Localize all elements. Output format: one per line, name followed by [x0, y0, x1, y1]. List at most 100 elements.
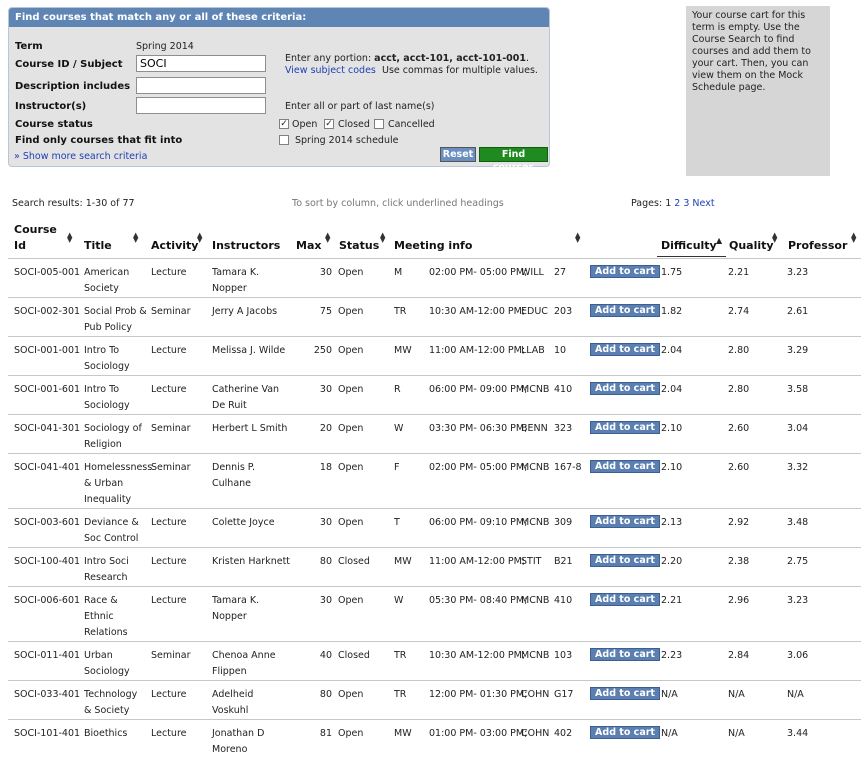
building-link[interactable]: MCNB: [521, 460, 549, 476]
meeting-time: 11:00 AM-12:00 PM;: [429, 556, 526, 567]
course-instructor: Tamara K. Nopper: [212, 595, 260, 622]
add-to-cart-button[interactable]: Add to cart: [590, 265, 660, 278]
sort-ascending-icon[interactable]: ▲: [716, 236, 722, 245]
professor-rating: N/A: [787, 689, 804, 700]
course-max: 80: [319, 556, 332, 567]
add-to-cart-button[interactable]: Add to cart: [590, 343, 660, 356]
col-status[interactable]: Status: [339, 239, 379, 252]
instructor-input[interactable]: [136, 97, 266, 114]
add-to-cart-button[interactable]: Add to cart: [590, 648, 660, 661]
course-id-link[interactable]: SOCI-041-301: [14, 421, 80, 437]
description-input[interactable]: [136, 77, 266, 94]
course-status: Open: [338, 517, 364, 528]
view-subject-codes-link[interactable]: View subject codes: [285, 65, 376, 76]
building-link[interactable]: LLAB: [521, 343, 545, 359]
course-id-link[interactable]: SOCI-033-401: [14, 687, 80, 703]
fit-schedule-checkbox[interactable]: [279, 135, 289, 145]
status-cancelled-checkbox[interactable]: [374, 119, 384, 129]
building-link[interactable]: COHN: [521, 726, 549, 742]
add-to-cart-button[interactable]: Add to cart: [590, 304, 660, 317]
building-link[interactable]: MCNB: [521, 648, 549, 664]
course-title: Homelessness & Urban Inequality: [84, 462, 153, 505]
course-instructor: Jerry A Jacobs: [212, 306, 278, 317]
next-page-link[interactable]: Next: [692, 198, 714, 209]
sort-arrows-icon[interactable]: ▲ ▼: [133, 232, 138, 244]
course-id-link[interactable]: SOCI-003-601: [14, 515, 80, 531]
add-to-cart-button[interactable]: Add to cart: [590, 421, 660, 434]
building-link[interactable]: WILL: [521, 265, 544, 281]
course-id-link[interactable]: SOCI-006-601: [14, 593, 80, 609]
course-status: Closed: [338, 650, 370, 661]
quality-rating: N/A: [728, 728, 745, 739]
add-to-cart-button[interactable]: Add to cart: [590, 687, 660, 700]
course-id-link[interactable]: SOCI-002-301: [14, 304, 80, 320]
building-link[interactable]: MCNB: [521, 515, 549, 531]
course-id-link[interactable]: SOCI-100-401: [14, 554, 80, 570]
sort-arrows-icon[interactable]: ▲ ▼: [772, 232, 777, 244]
course-status: Closed: [338, 556, 370, 567]
sort-arrows-icon[interactable]: ▲ ▼: [575, 232, 580, 244]
building-link[interactable]: COHN: [521, 687, 549, 703]
course-id-link[interactable]: SOCI-101-401: [14, 726, 80, 742]
building-link[interactable]: EDUC: [521, 304, 548, 320]
quality-rating: N/A: [728, 689, 745, 700]
building-link[interactable]: MCNB: [521, 382, 549, 398]
add-to-cart-button[interactable]: Add to cart: [590, 726, 660, 739]
course-id-link[interactable]: SOCI-011-401: [14, 648, 80, 664]
add-to-cart-button[interactable]: Add to cart: [590, 593, 660, 606]
course-max: 30: [319, 384, 332, 395]
term-label: Term: [15, 41, 43, 52]
course-id-link[interactable]: SOCI-001-601: [14, 382, 80, 398]
pages-label: Pages:: [631, 198, 663, 209]
building-link[interactable]: STIT: [521, 554, 541, 570]
col-quality[interactable]: Quality: [729, 239, 774, 252]
course-id-input[interactable]: [136, 55, 266, 72]
sort-arrows-icon[interactable]: ▲ ▼: [325, 232, 330, 244]
difficulty-rating: 1.75: [661, 267, 683, 278]
course-instructor: Kristen Harknett: [212, 556, 291, 567]
table-row: SOCI-011-401 Urban Sociology Seminar Chenoa …: [8, 641, 861, 681]
sort-arrows-icon[interactable]: ▲ ▼: [380, 232, 385, 244]
page-3-link[interactable]: 3: [683, 198, 689, 209]
status-closed-checkbox[interactable]: ✓: [324, 119, 334, 129]
col-difficulty[interactable]: Difficulty: [661, 239, 717, 252]
find-courses-button[interactable]: Find courses: [479, 147, 548, 173]
building-link[interactable]: MCNB: [521, 593, 549, 609]
add-to-cart-button[interactable]: Add to cart: [590, 515, 660, 528]
meeting-time: 05:30 PM- 08:40 PM;: [429, 595, 528, 606]
course-id-link[interactable]: SOCI-001-001: [14, 343, 80, 359]
col-instructors[interactable]: Instructors: [212, 239, 280, 252]
course-id-link[interactable]: SOCI-041-401: [14, 460, 80, 476]
col-max[interactable]: Max: [296, 239, 321, 252]
building-link[interactable]: BENN: [521, 421, 548, 437]
sort-arrows-icon[interactable]: ▲ ▼: [67, 232, 72, 244]
add-to-cart-button[interactable]: Add to cart: [590, 382, 660, 395]
table-row: SOCI-001-001 Intro To Sociology Lecture Meli…: [8, 336, 861, 376]
page-2-link[interactable]: 2: [674, 198, 680, 209]
add-to-cart-button[interactable]: Add to cart: [590, 554, 660, 567]
show-more-criteria-link[interactable]: » Show more search criteria: [14, 151, 147, 162]
meeting-room: 103: [554, 650, 573, 661]
sort-arrows-icon[interactable]: ▲ ▼: [851, 232, 856, 244]
col-title[interactable]: Title: [84, 239, 112, 252]
col-meeting-info[interactable]: Meeting info: [394, 239, 472, 252]
add-to-cart-button[interactable]: Add to cart: [590, 460, 660, 473]
col-activity[interactable]: Activity: [151, 239, 198, 252]
sort-arrows-icon[interactable]: ▲ ▼: [197, 232, 202, 244]
table-row: SOCI-005-001 American Society Lecture Tamara…: [8, 258, 861, 298]
difficulty-rating: 2.13: [661, 517, 683, 528]
meeting-days: TR: [394, 306, 407, 317]
reset-button[interactable]: Reset: [440, 147, 476, 162]
professor-rating: 3.44: [787, 728, 809, 739]
col-professor[interactable]: Professor: [788, 239, 847, 252]
course-status-label: Course status: [15, 119, 93, 130]
status-open-checkbox[interactable]: ✓: [279, 119, 289, 129]
table-row: SOCI-001-601 Intro To Sociology Lecture Cath…: [8, 375, 861, 415]
meeting-room: 27: [554, 267, 567, 278]
course-id-link[interactable]: SOCI-005-001: [14, 265, 80, 281]
instructor-hint: Enter all or part of last name(s): [285, 101, 435, 112]
difficulty-rating: 2.21: [661, 595, 683, 606]
meeting-room: 203: [554, 306, 573, 317]
col-course-id-line1[interactable]: Course: [14, 223, 57, 236]
col-course-id-line2[interactable]: Id: [14, 239, 26, 252]
